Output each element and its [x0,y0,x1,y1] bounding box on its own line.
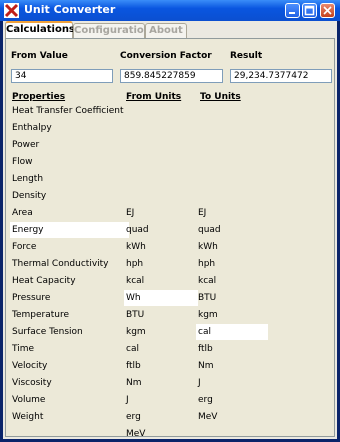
to-unit-item[interactable]: BTU [198,290,216,306]
to-unit-item[interactable]: ftlb [198,341,213,357]
property-item[interactable]: Volume [12,392,45,408]
window-title: Unit Converter [24,3,116,16]
from-unit-item[interactable]: MeV [126,426,145,442]
property-item[interactable]: Density [12,188,46,204]
tab-configuration[interactable]: Configuration [73,23,151,38]
property-item-selected[interactable]: Energy [10,222,129,238]
property-item[interactable]: Flow [12,154,33,170]
to-units-header: To Units [200,92,241,102]
client-area: Calculations Configuration About From Va… [3,21,337,439]
to-unit-item[interactable]: kcal [198,273,216,289]
maximize-button[interactable] [302,3,317,18]
property-item[interactable]: Time [12,341,34,357]
to-unit-item[interactable]: erg [198,392,213,408]
from-unit-item[interactable]: EJ [126,205,134,221]
to-unit-item[interactable]: kgm [198,307,218,323]
property-item[interactable]: Area [12,205,33,221]
app-window: Unit Converter Calculations Configuratio… [0,0,340,442]
from-unit-item[interactable]: kWh [126,239,146,255]
minimize-button[interactable] [285,3,300,18]
to-unit-item[interactable]: MeV [198,409,217,425]
tab-calculations[interactable]: Calculations [5,21,75,39]
property-item[interactable]: Thermal Conductivity [12,256,109,272]
title-bar[interactable]: Unit Converter [0,0,340,21]
property-item[interactable]: Force [12,239,36,255]
conversion-factor-field[interactable]: 859.845227859 [120,69,223,83]
to-unit-item[interactable]: J [198,375,201,391]
from-unit-item-selected[interactable]: Wh [124,290,198,306]
tab-about[interactable]: About [145,23,187,38]
to-unit-item[interactable]: hph [198,256,215,272]
from-unit-item[interactable]: BTU [126,307,144,323]
property-item[interactable]: Heat Transfer Coefficient [12,103,124,119]
tab-bar: Calculations Configuration About [3,21,337,39]
from-value-input[interactable]: 34 [11,69,113,83]
property-item[interactable]: Pressure [12,290,50,306]
property-item[interactable]: Enthalpy [12,120,52,136]
property-item[interactable]: Surface Tension [12,324,83,340]
from-unit-item[interactable]: kcal [126,273,144,289]
from-unit-item[interactable]: Nm [126,375,142,391]
from-unit-item[interactable]: kgm [126,324,146,340]
from-value-label: From Value [11,51,68,61]
to-unit-item[interactable]: Nm [198,358,214,374]
properties-header: Properties [12,92,66,102]
property-item[interactable]: Weight [12,409,43,425]
property-item[interactable]: Viscosity [12,375,52,391]
to-unit-item-selected[interactable]: cal [196,324,268,340]
from-unit-item[interactable]: cal [126,341,139,357]
conversion-factor-label: Conversion Factor [120,51,212,61]
calculations-panel: From Value Conversion Factor Result 34 8… [5,38,335,439]
property-item[interactable]: Velocity [12,358,47,374]
from-unit-item[interactable]: quad [126,222,149,238]
to-unit-item[interactable]: EJ [198,205,206,221]
to-unit-item[interactable]: kWh [198,239,218,255]
from-unit-item[interactable]: hph [126,256,143,272]
result-field[interactable]: 29,234.7377472 [230,69,332,83]
result-label: Result [230,51,263,61]
from-units-header: From Units [126,92,182,102]
app-icon[interactable] [4,3,19,18]
close-button[interactable] [320,3,335,18]
property-item[interactable]: Length [12,171,43,187]
from-unit-item[interactable]: erg [126,409,141,425]
to-unit-item[interactable]: quad [198,222,221,238]
from-unit-item[interactable]: J [126,392,129,408]
property-item[interactable]: Power [12,137,39,153]
from-unit-item[interactable]: ftlb [126,358,141,374]
property-item[interactable]: Temperature [12,307,69,323]
property-item[interactable]: Heat Capacity [12,273,76,289]
